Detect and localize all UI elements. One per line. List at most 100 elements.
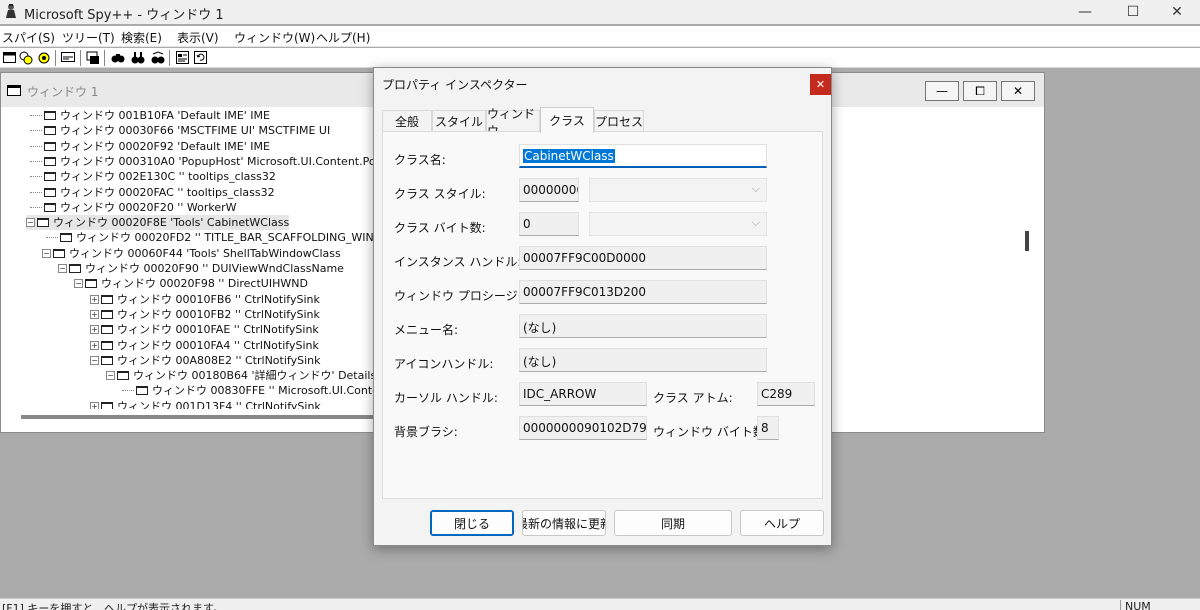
- expand-icon[interactable]: +: [90, 325, 99, 335]
- tab-process[interactable]: プロセス: [594, 110, 644, 132]
- maximize-button[interactable]: ☐: [1110, 0, 1156, 24]
- window-icon: [44, 111, 56, 120]
- menu-name-label: メニュー名:: [394, 323, 459, 337]
- tree-item[interactable]: + ウィンドウ 00010FB6 '' CtrlNotifySink: [90, 292, 320, 307]
- menu-window[interactable]: ウィンドウ(W): [234, 29, 315, 46]
- tree-item[interactable]: + ウィンドウ 00010FA4 '' CtrlNotifySink: [90, 338, 319, 353]
- background-brush-field[interactable]: 0000000090102D79: [519, 416, 647, 440]
- tab-class[interactable]: クラス: [540, 107, 594, 133]
- instance-handle-field[interactable]: 00007FF9C00D0000: [519, 246, 767, 270]
- app-title: Microsoft Spy++ - ウィンドウ 1: [24, 8, 224, 23]
- tree-connector: [30, 206, 42, 208]
- tree-item[interactable]: − ウィンドウ 00020F8E 'Tools' CabinetWClass: [26, 215, 290, 231]
- menu-search[interactable]: 検索(E): [121, 29, 162, 46]
- menu-name-field[interactable]: (なし): [519, 314, 767, 338]
- toolbar-separator: [104, 50, 105, 66]
- menu-spy[interactable]: スパイ(S): [2, 29, 55, 46]
- tree-item[interactable]: ウィンドウ 00020FAC '' tooltips_class32: [30, 185, 275, 200]
- messages-icon[interactable]: [60, 50, 75, 65]
- status-bar: [F1] キーを押すと、ヘルプが表示されます。 NUM: [0, 598, 1200, 610]
- tree-item[interactable]: − ウィンドウ 00020F90 '' DUIViewWndClassName: [58, 261, 344, 276]
- window-icon: [101, 355, 113, 365]
- collapse-icon[interactable]: −: [58, 264, 67, 273]
- vertical-scrollbar[interactable]: [1021, 107, 1033, 409]
- collapse-icon[interactable]: −: [42, 248, 51, 258]
- log-messages-icon[interactable]: [85, 50, 100, 65]
- minimize-button[interactable]: —: [1062, 0, 1108, 24]
- find-window-icon[interactable]: [110, 50, 125, 65]
- tree-item[interactable]: − ウィンドウ 00060F44 'Tools' ShellTabWindowCl…: [42, 246, 341, 261]
- window-icon: [44, 156, 56, 166]
- window-icon: [44, 126, 56, 136]
- tree-item[interactable]: ウィンドウ 00020F20 '' WorkerW: [30, 200, 236, 215]
- help-button[interactable]: ヘルプ: [740, 510, 824, 536]
- chevron-down-icon: ⌵: [751, 216, 760, 229]
- expand-icon[interactable]: +: [90, 401, 99, 409]
- window-icon: [69, 264, 81, 273]
- tree-item[interactable]: − ウィンドウ 00180B64 '詳細ウィンドウ' DetailsP: [106, 368, 383, 383]
- window-icon[interactable]: [2, 50, 17, 65]
- collapse-icon[interactable]: −: [90, 355, 99, 365]
- horizontal-scroll-thumb[interactable]: [21, 415, 381, 419]
- cursor-handle-field[interactable]: IDC_ARROW: [519, 382, 647, 406]
- find-icon[interactable]: [130, 50, 145, 65]
- tree-item[interactable]: ウィンドウ 00830FFE '' Microsoft.UI.Conte: [122, 383, 379, 398]
- close-dialog-button[interactable]: 閉じる: [430, 510, 514, 536]
- vertical-scroll-thumb[interactable]: [1025, 231, 1029, 251]
- icon-handle-field[interactable]: (なし): [519, 348, 767, 372]
- tab-styles[interactable]: スタイル: [432, 110, 486, 132]
- menu-view[interactable]: 表示(V): [177, 29, 219, 46]
- tree-item[interactable]: ウィンドウ 000310A0 'PopupHost' Microsoft.UI.…: [30, 154, 390, 169]
- tree-item[interactable]: ウィンドウ 00020FD2 '' TITLE_BAR_SCAFFOLDING_…: [46, 230, 382, 245]
- collapse-icon[interactable]: −: [74, 279, 83, 289]
- mdi-minimize-button[interactable]: —: [925, 81, 959, 101]
- menu-tree[interactable]: ツリー(T): [62, 29, 115, 46]
- refresh-icon[interactable]: [193, 50, 208, 65]
- tab-general[interactable]: 全般: [382, 110, 432, 132]
- tree-item[interactable]: ウィンドウ 001B10FA 'Default IME' IME: [30, 108, 270, 123]
- collapse-icon[interactable]: −: [26, 218, 35, 228]
- tree-item[interactable]: − ウィンドウ 00A808E2 '' CtrlNotifySink: [90, 353, 320, 368]
- tree-item-label: ウィンドウ 00010FAE '' CtrlNotifySink: [117, 323, 319, 337]
- expand-icon[interactable]: +: [90, 294, 99, 304]
- tree-item-label: ウィンドウ 00010FB6 '' CtrlNotifySink: [117, 292, 320, 306]
- tree-item[interactable]: ウィンドウ 00030F66 'MSCTFIME UI' MSCTFIME UI: [30, 123, 330, 138]
- expand-icon[interactable]: +: [90, 340, 99, 350]
- class-name-field[interactable]: CabinetWClass: [519, 144, 767, 168]
- tree-item[interactable]: + ウィンドウ 00010FB2 '' CtrlNotifySink: [90, 307, 320, 322]
- num-lock-indicator: NUM: [1120, 600, 1151, 610]
- threads-icon[interactable]: [36, 50, 51, 65]
- class-bytes-dropdown[interactable]: ⌵: [589, 212, 767, 236]
- close-icon: ✕: [815, 78, 826, 91]
- dialog-close-button[interactable]: ✕: [810, 74, 831, 95]
- refresh-button[interactable]: 最新の情報に更新: [522, 510, 606, 536]
- collapse-icon[interactable]: −: [106, 371, 115, 381]
- expand-icon[interactable]: +: [90, 309, 99, 319]
- tree-item[interactable]: + ウィンドウ 001D13F4 '' CtrlNotifySink: [90, 399, 321, 409]
- tree-connector: [122, 390, 134, 392]
- class-style-dropdown[interactable]: ⌵: [589, 178, 767, 202]
- mdi-restore-button[interactable]: ⧠: [963, 81, 997, 101]
- mdi-close-button[interactable]: ✕: [1001, 81, 1035, 101]
- window-icon: [53, 248, 65, 258]
- tree-item[interactable]: − ウィンドウ 00020F98 '' DirectUIHWND: [74, 276, 308, 291]
- tree-item[interactable]: ウィンドウ 002E130C '' tooltips_class32: [30, 169, 276, 184]
- tree-item[interactable]: ウィンドウ 00020F92 'Default IME' IME: [30, 139, 270, 154]
- window-icon: [44, 187, 56, 197]
- tree-item-label: ウィンドウ 000310A0 'PopupHost' Microsoft.UI.…: [60, 154, 390, 168]
- tab-windows[interactable]: ウィンドウ: [486, 107, 540, 138]
- class-atom-field[interactable]: C289: [757, 382, 815, 406]
- class-bytes-field[interactable]: 0: [519, 212, 579, 236]
- tree-connector: [30, 176, 42, 178]
- properties-icon[interactable]: [175, 50, 190, 65]
- menu-help[interactable]: ヘルプ(H): [316, 29, 370, 46]
- processes-icon[interactable]: [18, 50, 33, 65]
- window-bytes-field[interactable]: 8: [757, 416, 779, 440]
- close-button[interactable]: ✕: [1154, 0, 1200, 24]
- tree-item[interactable]: + ウィンドウ 00010FAE '' CtrlNotifySink: [90, 322, 319, 337]
- class-style-field[interactable]: 00000000: [519, 178, 579, 202]
- dialog-title: プロパティ インスペクター: [382, 78, 528, 92]
- find-next-icon[interactable]: [150, 50, 165, 65]
- sync-button[interactable]: 同期: [614, 510, 732, 536]
- window-proc-field[interactable]: 00007FF9C013D200: [519, 280, 767, 304]
